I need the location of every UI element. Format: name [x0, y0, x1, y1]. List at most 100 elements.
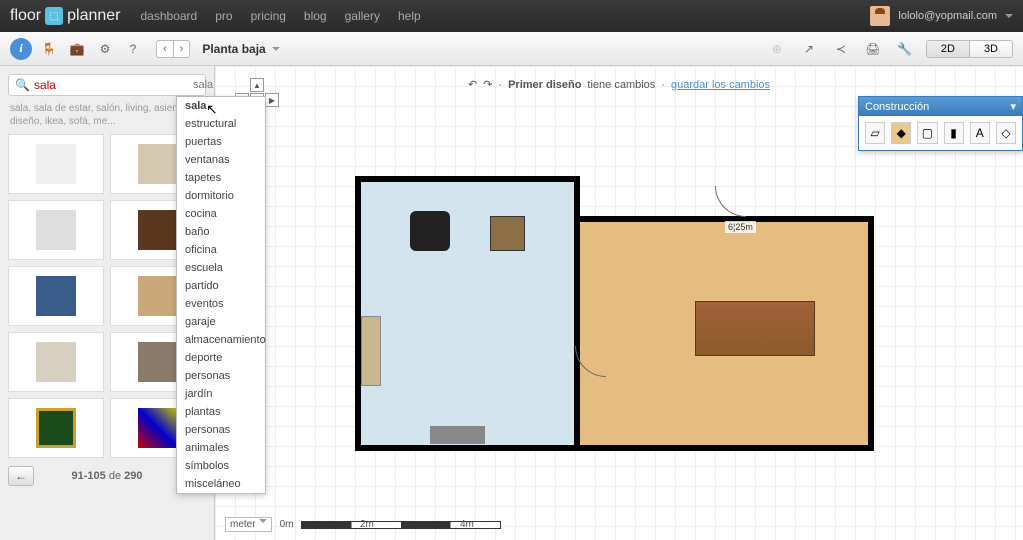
dropdown-item[interactable]: cocina — [177, 205, 265, 223]
dropdown-item[interactable]: eventos — [177, 295, 265, 313]
furniture-sofa[interactable] — [361, 316, 381, 386]
nav-gallery[interactable]: gallery — [345, 9, 380, 23]
filter-label-text: sala — [193, 79, 213, 91]
dropdown-item[interactable]: tapetes — [177, 169, 265, 187]
print-icon[interactable]: 🖨 — [862, 38, 884, 60]
search-row: 🔍 sala — [8, 74, 206, 96]
surface-tool[interactable]: ◆ — [891, 122, 911, 144]
dropdown-item[interactable]: garaje — [177, 313, 265, 331]
logo-text-left: floor — [10, 7, 41, 25]
undo-icon[interactable]: ↶ — [468, 78, 477, 91]
wrench-icon[interactable]: 🔧 — [894, 38, 916, 60]
chevron-down-icon — [1005, 14, 1013, 18]
dimension-label: 6¦25m — [725, 221, 756, 233]
changes-label: tiene cambios — [587, 79, 655, 91]
search-tags: sala, sala de estar, salón, living, asie… — [10, 102, 204, 128]
dropdown-item[interactable]: dormitorio — [177, 187, 265, 205]
logo[interactable]: floor ⬚ planner — [10, 7, 121, 25]
dropdown-item[interactable]: símbolos — [177, 457, 265, 475]
door-tool[interactable]: ▮ — [944, 122, 964, 144]
settings-icon[interactable]: ⚙ — [94, 38, 116, 60]
collapse-icon[interactable]: ▾ — [1010, 100, 1016, 113]
room-tool[interactable]: ▢ — [917, 122, 937, 144]
furniture-item[interactable] — [8, 398, 104, 458]
furniture-icon[interactable]: 🪑 — [38, 38, 60, 60]
user-menu[interactable]: lololo@yopmail.com — [870, 6, 1013, 26]
furniture-armchair[interactable] — [410, 211, 450, 251]
floor-name-label: Planta baja — [202, 42, 265, 56]
furniture-table[interactable] — [695, 301, 815, 356]
nav-pro[interactable]: pro — [215, 9, 232, 23]
dropdown-item[interactable]: estructural — [177, 115, 265, 133]
furniture-rug[interactable] — [430, 426, 485, 444]
user-email: lololo@yopmail.com — [898, 10, 997, 22]
construction-panel: Construcción ▾ ▱ ◆ ▢ ▮ A ◇ — [858, 96, 1023, 151]
dropdown-item[interactable]: animales — [177, 439, 265, 457]
logo-text-right: planner — [67, 7, 120, 25]
door-icon[interactable] — [715, 186, 745, 216]
furniture-item[interactable] — [8, 266, 104, 326]
scale-bar: meter 0m 2m 4m — [225, 517, 501, 532]
export-icon[interactable]: ↗ — [798, 38, 820, 60]
save-link[interactable]: guardar los cambios — [671, 79, 770, 91]
chevron-down-icon — [272, 47, 280, 51]
dropdown-item[interactable]: partido — [177, 277, 265, 295]
unit-selector[interactable]: meter — [225, 517, 272, 532]
view-3d-button[interactable]: 3D — [970, 41, 1012, 57]
dropdown-item[interactable]: personas — [177, 367, 265, 385]
furniture-item[interactable] — [8, 134, 104, 194]
dropdown-item[interactable]: jardín — [177, 385, 265, 403]
dropdown-item[interactable]: ventanas — [177, 151, 265, 169]
help-icon[interactable]: ? — [122, 38, 144, 60]
nav-help[interactable]: help — [398, 9, 421, 23]
view-2d-button[interactable]: 2D — [927, 41, 970, 57]
dropdown-item[interactable]: deporte — [177, 349, 265, 367]
dropdown-item[interactable]: baño — [177, 223, 265, 241]
furniture-sidebar: 🔍 sala sala, sala de estar, salón, livin… — [0, 66, 215, 540]
forward-button[interactable]: › — [174, 41, 190, 57]
briefcase-icon[interactable]: 💼 — [66, 38, 88, 60]
pan-right-button[interactable]: ▶ — [265, 93, 279, 107]
furniture-chair[interactable] — [490, 216, 525, 251]
dropdown-item[interactable]: plantas — [177, 403, 265, 421]
add-icon[interactable]: ⊕ — [766, 38, 788, 60]
prev-page-button[interactable]: ← — [8, 466, 34, 486]
nav-dashboard[interactable]: dashboard — [141, 9, 198, 23]
door-icon[interactable] — [575, 346, 605, 376]
dropdown-item[interactable]: personas — [177, 421, 265, 439]
dropdown-item[interactable]: almacenamiento — [177, 331, 265, 349]
nav-blog[interactable]: blog — [304, 9, 327, 23]
info-icon[interactable]: i — [10, 38, 32, 60]
wall-tool[interactable]: ▱ — [865, 122, 885, 144]
category-dropdown: sala estructural puertas ventanas tapete… — [176, 96, 266, 494]
floorplan-canvas[interactable]: ↶ ↷ · Primer diseño tiene cambios · guar… — [215, 66, 1023, 540]
redo-icon[interactable]: ↷ — [483, 78, 492, 91]
furniture-item[interactable] — [8, 332, 104, 392]
search-input[interactable] — [34, 78, 189, 92]
history-nav: ‹ › — [156, 40, 190, 58]
dropdown-item[interactable]: misceláneo — [177, 475, 265, 493]
panel-header[interactable]: Construcción ▾ — [859, 97, 1022, 116]
dropdown-item[interactable]: escuela — [177, 259, 265, 277]
room-shape[interactable] — [355, 176, 580, 451]
dropdown-item[interactable]: sala — [177, 97, 265, 115]
furniture-item[interactable] — [8, 200, 104, 260]
share-icon[interactable]: ≺ — [830, 38, 852, 60]
avatar — [870, 6, 890, 26]
text-tool[interactable]: A — [970, 122, 990, 144]
design-name: Primer diseño — [508, 79, 581, 91]
dropdown-item[interactable]: oficina — [177, 241, 265, 259]
nav-pricing[interactable]: pricing — [251, 9, 286, 23]
dimension-tool[interactable]: ◇ — [996, 122, 1016, 144]
panel-title: Construcción — [865, 101, 929, 113]
view-toggle: 2D 3D — [926, 40, 1013, 58]
floor-selector[interactable]: Planta baja — [202, 42, 279, 56]
pan-up-button[interactable]: ▲ — [250, 78, 264, 92]
dropdown-item[interactable]: puertas — [177, 133, 265, 151]
top-nav: dashboard pro pricing blog gallery help — [141, 9, 421, 23]
app-header: floor ⬚ planner dashboard pro pricing bl… — [0, 0, 1023, 32]
search-icon: 🔍 — [15, 78, 30, 92]
toolbar: i 🪑 💼 ⚙ ? ‹ › Planta baja ⊕ ↗ ≺ 🖨 🔧 2D 3… — [0, 32, 1023, 66]
back-button[interactable]: ‹ — [157, 41, 174, 57]
pager-text: 91-105 de 290 — [72, 470, 143, 482]
